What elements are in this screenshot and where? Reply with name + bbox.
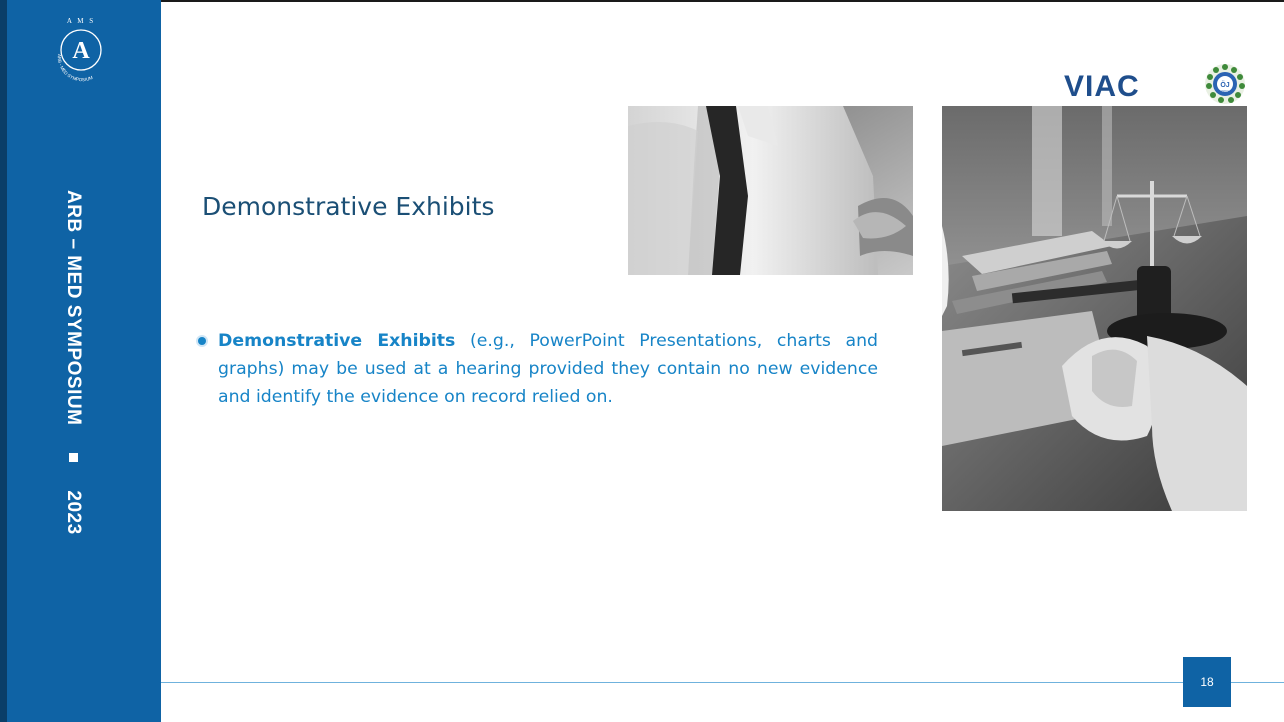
separator-square-icon: [68, 453, 78, 463]
symposium-year: 2023: [63, 490, 84, 535]
top-border: [161, 0, 1284, 2]
bullet-item: Demonstrative Exhibits (e.g., PowerPoint…: [196, 327, 878, 411]
legal-desk-photo-image: [942, 106, 1247, 511]
sidebar: A A M S ARB - MED SYMPOSIUM ARB – MED SY…: [0, 0, 161, 722]
svg-text:VIAC: VIAC: [1064, 70, 1140, 103]
svg-text:A M S: A M S: [67, 17, 95, 25]
symposium-name: ARB – MED SYMPOSIUM: [63, 190, 84, 426]
page-number-badge: 18: [1183, 657, 1231, 707]
page-number: 18: [1200, 675, 1214, 689]
svg-text:A: A: [72, 38, 90, 64]
slide-title: Demonstrative Exhibits: [202, 192, 495, 221]
legal-desk-photo: [942, 106, 1247, 511]
footer-rule: [161, 682, 1284, 683]
viac-logo: VIAC ÖJ WKO: [1060, 60, 1250, 110]
slide: A A M S ARB - MED SYMPOSIUM ARB – MED SY…: [0, 0, 1284, 722]
businessman-photo: [628, 106, 913, 275]
bullet-icon: [198, 337, 206, 345]
svg-text:WKO: WKO: [1221, 89, 1229, 93]
symposium-logo: A A M S ARB - MED SYMPOSIUM: [44, 14, 118, 88]
sidebar-edge: [0, 0, 7, 722]
viac-logo-icon: VIAC ÖJ WKO: [1064, 64, 1245, 104]
businessman-photo-image: [628, 106, 913, 275]
bullet-bold-term: Demonstrative Exhibits: [218, 331, 456, 351]
symposium-vertical-label: ARB – MED SYMPOSIUM 2023: [62, 190, 84, 535]
symposium-logo-icon: A A M S ARB - MED SYMPOSIUM: [57, 17, 102, 82]
svg-text:ÖJ: ÖJ: [1220, 80, 1229, 89]
